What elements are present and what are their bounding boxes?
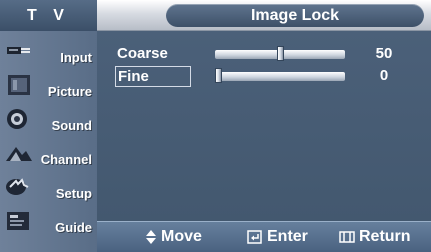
coarse-label[interactable]: Coarse bbox=[115, 44, 191, 65]
bottom-hint-bar: Move Enter Return bbox=[97, 221, 431, 252]
coarse-slider[interactable] bbox=[215, 46, 345, 61]
fine-slider-thumb[interactable] bbox=[215, 68, 222, 83]
fine-value: 0 bbox=[379, 67, 389, 84]
sidebar-item-label: Input bbox=[60, 50, 92, 65]
sidebar-item-guide[interactable]: Guide bbox=[0, 206, 97, 240]
top-bar: T V Image Lock bbox=[0, 0, 431, 31]
tv-osd-screen: T V Image Lock Input Picture Sound Chann… bbox=[0, 0, 431, 252]
guide-icon bbox=[7, 212, 29, 230]
coarse-slider-thumb[interactable] bbox=[276, 46, 284, 61]
sidebar-item-channel[interactable]: Channel bbox=[0, 138, 97, 172]
updown-arrow-icon bbox=[146, 230, 156, 244]
sidebar-item-picture[interactable]: Picture bbox=[0, 70, 97, 104]
move-hint-label: Move bbox=[161, 228, 202, 245]
sidebar-item-label: Sound bbox=[51, 118, 92, 133]
enter-hint: Enter bbox=[247, 228, 308, 246]
sidebar-item-sound[interactable]: Sound bbox=[0, 104, 97, 138]
coarse-value: 50 bbox=[375, 45, 393, 62]
sidebar-item-label: Channel bbox=[40, 152, 92, 167]
sidebar-item-label: Guide bbox=[55, 220, 92, 235]
sidebar-item-label: Picture bbox=[47, 84, 92, 99]
input-cable-icon bbox=[7, 47, 30, 54]
move-hint: Move bbox=[145, 228, 202, 246]
fine-label[interactable]: Fine bbox=[115, 66, 191, 87]
setup-icon bbox=[6, 178, 29, 195]
enter-icon bbox=[247, 230, 262, 244]
channel-icon bbox=[6, 147, 32, 161]
sidebar-item-setup[interactable]: Setup bbox=[0, 172, 97, 206]
fine-slider[interactable] bbox=[215, 68, 345, 83]
picture-icon bbox=[8, 75, 30, 95]
menu-title: T V bbox=[0, 0, 97, 31]
page-title: Image Lock bbox=[166, 4, 424, 27]
settings-panel: Coarse 50 Fine 0 bbox=[97, 31, 431, 221]
sidebar-item-label: Setup bbox=[55, 186, 92, 201]
enter-hint-label: Enter bbox=[267, 228, 308, 245]
return-icon bbox=[339, 231, 355, 243]
return-hint-label: Return bbox=[359, 228, 411, 245]
sidebar: Input Picture Sound Channel Setup Guide bbox=[0, 31, 97, 252]
return-hint: Return bbox=[339, 228, 411, 246]
speaker-icon bbox=[7, 109, 27, 129]
sidebar-item-input[interactable]: Input bbox=[0, 36, 97, 70]
